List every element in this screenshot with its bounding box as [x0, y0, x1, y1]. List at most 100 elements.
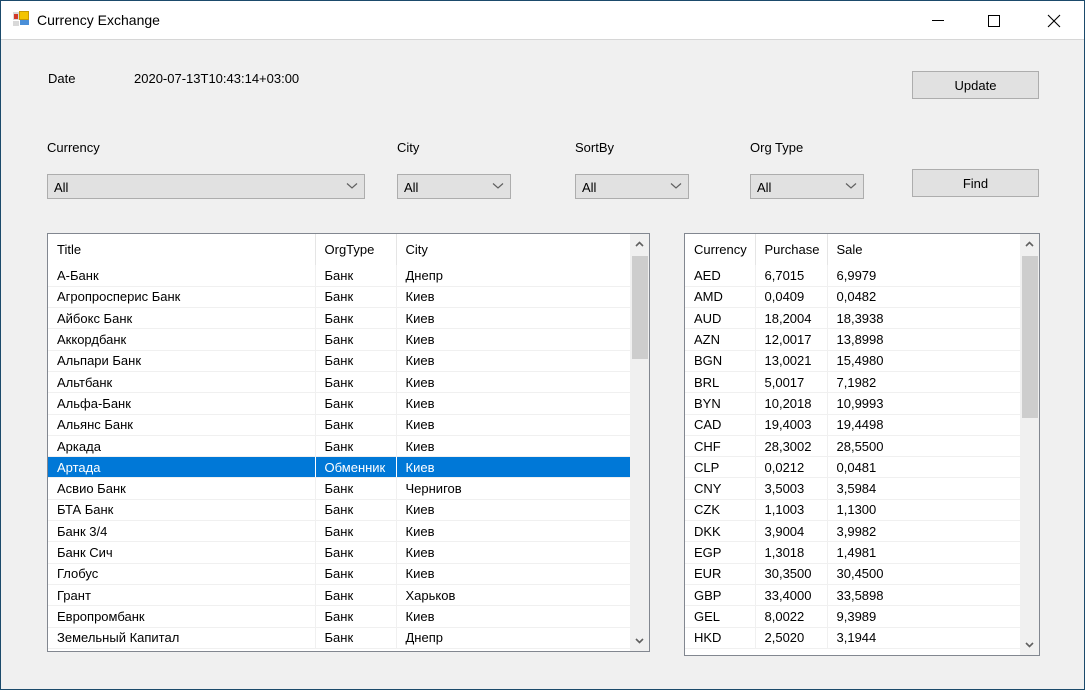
update-button[interactable]: Update: [912, 71, 1039, 99]
purchase-rate-cell[interactable]: 30,3500: [755, 563, 828, 585]
organization-row[interactable]: Асвио Банк Банк Чернигов: [48, 477, 631, 500]
purchase-rate-cell[interactable]: 33,4000: [755, 584, 828, 607]
org-city-cell[interactable]: Чернигов: [396, 477, 631, 500]
purchase-rate-cell[interactable]: 5,0017: [755, 371, 828, 394]
organization-row[interactable]: Альтбанк Банк Киев: [48, 371, 631, 394]
sale-rate-cell[interactable]: 10,9993: [827, 392, 1021, 415]
org-type-cell[interactable]: Банк: [315, 627, 397, 649]
org-type-cell[interactable]: Банк: [315, 350, 397, 372]
org-type-cell[interactable]: Банк: [315, 414, 397, 436]
scroll-down-button[interactable]: [630, 631, 649, 651]
organization-row[interactable]: Банк Сич Банк Киев: [48, 541, 631, 564]
org-title-cell[interactable]: А-Банк: [48, 265, 316, 287]
org-city-cell[interactable]: Киев: [396, 414, 631, 436]
rate-row[interactable]: GEL 8,0022 9,3989: [685, 605, 1021, 628]
sale-rate-cell[interactable]: 15,4980: [827, 350, 1021, 372]
rate-row[interactable]: BYN 10,2018 10,9993: [685, 392, 1021, 415]
org-type-cell[interactable]: Обменник: [315, 456, 397, 479]
org-city-cell[interactable]: Киев: [396, 392, 631, 415]
org-type-cell[interactable]: Банк: [315, 499, 397, 522]
currency-code-cell[interactable]: HKD: [685, 627, 756, 649]
rate-row[interactable]: EGP 1,3018 1,4981: [685, 541, 1021, 564]
rate-row[interactable]: BRL 5,0017 7,1982: [685, 371, 1021, 394]
currency-code-cell[interactable]: GBP: [685, 584, 756, 607]
rates-scroll-thumb[interactable]: [1022, 256, 1038, 418]
sale-rate-cell[interactable]: 0,0481: [827, 456, 1021, 479]
org-city-cell[interactable]: Киев: [396, 435, 631, 458]
organization-row[interactable]: Альфа-Банк Банк Киев: [48, 392, 631, 415]
sale-rate-cell[interactable]: 3,9982: [827, 520, 1021, 543]
currency-code-cell[interactable]: AUD: [685, 307, 756, 330]
org-title-cell[interactable]: БТА Банк: [48, 499, 316, 522]
currency-code-cell[interactable]: BRL: [685, 371, 756, 394]
purchase-rate-cell[interactable]: 0,0212: [755, 456, 828, 479]
org-type-cell[interactable]: Банк: [315, 435, 397, 458]
org-type-cell[interactable]: Банк: [315, 392, 397, 415]
sale-rate-cell[interactable]: 7,1982: [827, 371, 1021, 394]
currency-code-cell[interactable]: DKK: [685, 520, 756, 543]
organization-row[interactable]: Альянс Банк Банк Киев: [48, 414, 631, 436]
organization-row[interactable]: Глобус Банк Киев: [48, 563, 631, 585]
sale-rate-cell[interactable]: 1,1300: [827, 499, 1021, 522]
org-type-cell[interactable]: Банк: [315, 605, 397, 628]
org-city-cell[interactable]: Киев: [396, 328, 631, 351]
rates-grid[interactable]: Currency Purchase Sale AED 6,7015 6,9979 AM…: [684, 233, 1040, 656]
org-city-cell[interactable]: Днепр: [396, 265, 631, 287]
column-header-sale[interactable]: Sale: [827, 234, 1021, 265]
currency-code-cell[interactable]: CHF: [685, 435, 756, 458]
org-city-cell[interactable]: Харьков: [396, 584, 631, 607]
sale-rate-cell[interactable]: 3,5984: [827, 477, 1021, 500]
org-type-cell[interactable]: Банк: [315, 563, 397, 585]
currency-code-cell[interactable]: GEL: [685, 605, 756, 628]
org-title-cell[interactable]: Грант: [48, 584, 316, 607]
purchase-rate-cell[interactable]: 6,7015: [755, 265, 828, 287]
org-city-cell[interactable]: Киев: [396, 350, 631, 372]
title-bar[interactable]: Currency Exchange: [1, 1, 1084, 40]
org-city-cell[interactable]: Киев: [396, 307, 631, 330]
organizations-grid[interactable]: Title OrgType City А-Банк Банк Днепр Агропр…: [47, 233, 650, 652]
column-header-title[interactable]: Title: [48, 234, 316, 265]
org-city-cell[interactable]: Киев: [396, 286, 631, 309]
purchase-rate-cell[interactable]: 0,0409: [755, 286, 828, 309]
rate-row[interactable]: HKD 2,5020 3,1944: [685, 627, 1021, 649]
sale-rate-cell[interactable]: 0,0482: [827, 286, 1021, 309]
rate-row[interactable]: CZK 1,1003 1,1300: [685, 499, 1021, 522]
org-type-cell[interactable]: Банк: [315, 520, 397, 543]
org-type-cell[interactable]: Банк: [315, 307, 397, 330]
purchase-rate-cell[interactable]: 28,3002: [755, 435, 828, 458]
sale-rate-cell[interactable]: 1,4981: [827, 541, 1021, 564]
organization-row[interactable]: Аркада Банк Киев: [48, 435, 631, 458]
purchase-rate-cell[interactable]: 13,0021: [755, 350, 828, 372]
rate-row[interactable]: CAD 19,4003 19,4498: [685, 414, 1021, 436]
org-type-cell[interactable]: Банк: [315, 328, 397, 351]
sale-rate-cell[interactable]: 3,1944: [827, 627, 1021, 649]
currency-code-cell[interactable]: AZN: [685, 328, 756, 351]
sale-rate-cell[interactable]: 33,5898: [827, 584, 1021, 607]
organization-row[interactable]: Банк 3/4 Банк Киев: [48, 520, 631, 543]
org-title-cell[interactable]: Банк 3/4: [48, 520, 316, 543]
column-header-orgtype[interactable]: OrgType: [315, 234, 397, 265]
org-title-cell[interactable]: Альтбанк: [48, 371, 316, 394]
organization-row[interactable]: Грант Банк Харьков: [48, 584, 631, 607]
org-type-cell[interactable]: Банк: [315, 265, 397, 287]
org-city-cell[interactable]: Киев: [396, 371, 631, 394]
purchase-rate-cell[interactable]: 19,4003: [755, 414, 828, 436]
org-title-cell[interactable]: Альфа-Банк: [48, 392, 316, 415]
org-city-cell[interactable]: Днепр: [396, 627, 631, 649]
orgtype-select[interactable]: All: [750, 174, 864, 199]
org-type-cell[interactable]: Банк: [315, 286, 397, 309]
sale-rate-cell[interactable]: 30,4500: [827, 563, 1021, 585]
rate-row[interactable]: AZN 12,0017 13,8998: [685, 328, 1021, 351]
organizations-scrollbar[interactable]: [630, 234, 649, 651]
purchase-rate-cell[interactable]: 8,0022: [755, 605, 828, 628]
org-city-cell[interactable]: Киев: [396, 563, 631, 585]
currency-code-cell[interactable]: AED: [685, 265, 756, 287]
sale-rate-cell[interactable]: 28,5500: [827, 435, 1021, 458]
organization-row[interactable]: БТА Банк Банк Киев: [48, 499, 631, 522]
org-title-cell[interactable]: Айбокс Банк: [48, 307, 316, 330]
currency-code-cell[interactable]: EGP: [685, 541, 756, 564]
org-title-cell[interactable]: Артада: [48, 456, 316, 479]
organizations-scroll-thumb[interactable]: [632, 256, 648, 359]
city-select[interactable]: All: [397, 174, 511, 199]
sale-rate-cell[interactable]: 6,9979: [827, 265, 1021, 287]
